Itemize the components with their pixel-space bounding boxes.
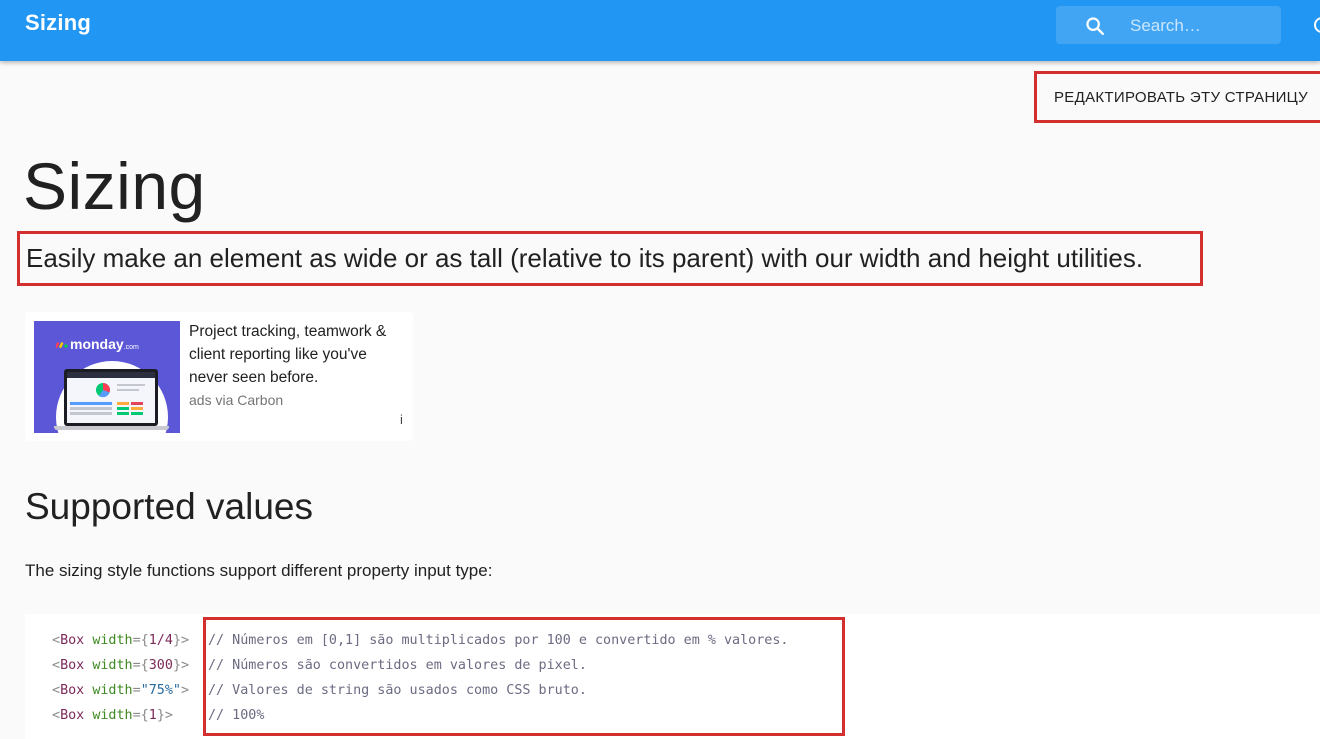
search-box[interactable] [1056, 6, 1281, 46]
ad-image[interactable]: monday.com [34, 321, 180, 433]
search-icon [1086, 17, 1104, 35]
dashboard-illustration [67, 372, 155, 415]
app-title[interactable]: Sizing [25, 10, 91, 36]
section-paragraph: The sizing style functions support diffe… [25, 561, 493, 580]
laptop-icon [64, 369, 158, 426]
app-bar: Sizing [0, 0, 1320, 61]
ad-text[interactable]: Project tracking, teamwork & client repo… [189, 320, 401, 389]
ad-brand-suffix: .com [123, 344, 139, 351]
laptop-screen [67, 372, 155, 423]
section-heading: Supported values [25, 486, 313, 527]
laptop-base [54, 426, 169, 430]
search-input[interactable] [1128, 6, 1277, 46]
language-icon[interactable] [1312, 14, 1320, 36]
ad-logo: monday.com [56, 336, 139, 352]
page-description: Easily make an element as wide or as tal… [17, 231, 1203, 286]
comment-highlight-box [203, 617, 845, 736]
code-line: <Box width="75%"> [52, 683, 190, 698]
code-line: <Box width={1/4}> [52, 633, 190, 648]
ad-info-icon[interactable]: i [400, 412, 403, 427]
ad-brand: monday [70, 336, 124, 352]
carbon-ad[interactable]: monday.com Project tracking, teamwork & … [25, 312, 413, 441]
page-title: Sizing [23, 149, 206, 223]
code-block: <Box width={1/4}> // Números em [0,1] sã… [25, 614, 1320, 739]
edit-page-button[interactable]: РЕДАКТИРОВАТЬ ЭТУ СТРАНИЦУ [1034, 71, 1320, 123]
monday-logo-icon [56, 342, 68, 348]
code-line: <Box width={1}> [52, 708, 173, 723]
ad-via-link[interactable]: ads via Carbon [189, 392, 283, 408]
code-line: <Box width={300}> [52, 658, 190, 673]
